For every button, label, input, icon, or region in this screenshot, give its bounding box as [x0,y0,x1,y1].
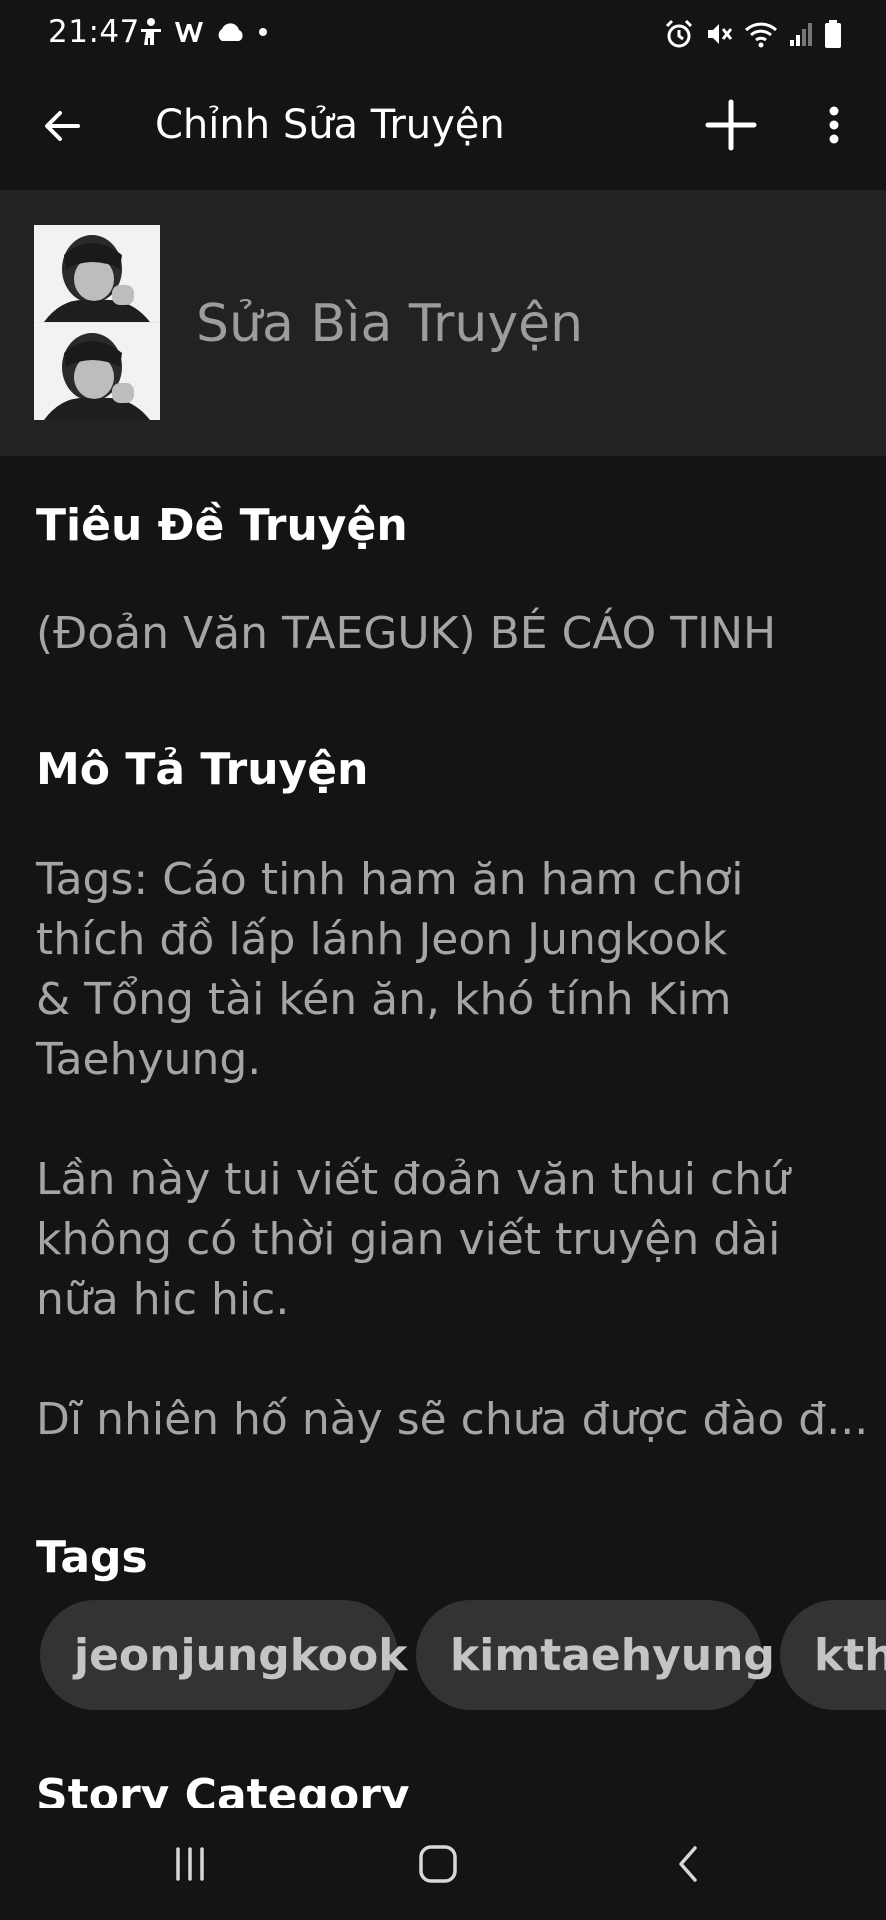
tag-chip[interactable]: kimtaehyung [416,1600,775,1710]
page-title: Chỉnh Sửa Truyện [155,102,505,148]
description-line: Lần này tui viết đoản văn thui chứ [36,1154,790,1205]
signal-icon [788,20,814,48]
wifi-icon [744,20,778,48]
description-blank-line [36,1330,856,1390]
dot-icon [256,25,270,39]
description-line: không có thời gian viết truyện dài [36,1214,781,1265]
app-bar: Chỉnh Sửa Truyện [0,66,886,190]
accessibility-icon [138,17,164,47]
back-button[interactable] [30,96,94,160]
description-line: & Tổng tài kén ăn, khó tính Kim [36,974,732,1025]
edit-cover-button[interactable]: Sửa Bìa Truyện [0,190,886,456]
description-line: Dĩ nhiên hố này sẽ chưa được đào đ... [36,1394,869,1445]
add-part-button[interactable] [696,92,766,162]
status-left-icons [138,14,270,50]
system-back-button[interactable] [648,1836,728,1896]
arrow-left-icon [42,106,82,150]
cloud-icon [214,21,246,43]
story-title-heading: Tiêu Đề Truyện [36,500,408,551]
alarm-icon [664,19,694,49]
battery-icon [824,19,842,49]
description-line: nữa hic hic. [36,1274,290,1325]
description-heading: Mô Tả Truyện [36,744,369,795]
story-category-heading: Story Category [36,1770,410,1808]
description-field[interactable]: Tags: Cáo tinh ham ăn ham chơi thích đồ … [36,850,869,1450]
more-vertical-icon [827,105,841,149]
home-icon [417,1843,459,1889]
back-nav-icon [673,1844,703,1888]
plus-icon [705,99,757,155]
recent-apps-button[interactable] [150,1836,230,1896]
w-app-icon [174,19,204,45]
cover-image [34,225,160,420]
edit-cover-label: Sửa Bìa Truyện [196,294,584,354]
tags-heading: Tags [36,1532,148,1583]
recent-apps-icon [170,1846,210,1886]
description-line: thích đồ lấp lánh Jeon Jungkook [36,914,728,965]
more-options-button[interactable] [804,92,864,162]
description-line: Taehyung. [36,1034,262,1085]
description-line: Tags: Cáo tinh ham ăn ham chơi [36,854,744,905]
tag-chip[interactable]: jeonjungkook [40,1600,408,1710]
system-nav-bar [0,1812,886,1920]
description-blank-line [36,1090,856,1150]
tags-list: jeonjungkook kimtaehyung kthx [40,1600,886,1714]
status-right-icons [664,16,842,52]
status-bar: 21:47 [0,0,886,66]
story-title-field[interactable]: (Đoản Văn TAEGUK) BÉ CÁO TINH [36,608,776,659]
tag-chip[interactable]: kthx [780,1600,886,1710]
mute-icon [704,19,734,49]
status-time: 21:47 [48,14,140,50]
home-button[interactable] [398,1836,478,1896]
